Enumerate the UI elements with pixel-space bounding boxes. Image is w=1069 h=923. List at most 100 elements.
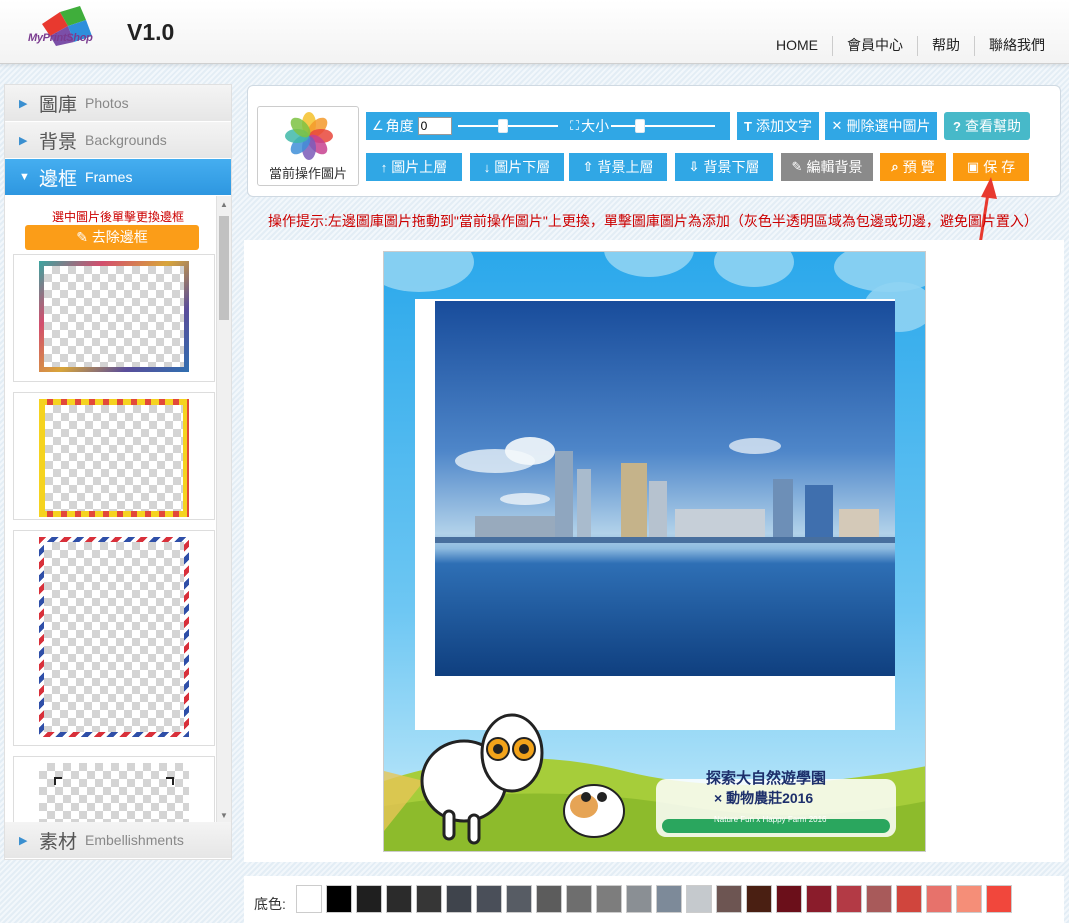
operation-tip: 操作提示:左邊圖庫圖片拖動到"當前操作圖片"上更換，單擊圖庫圖片為添加（灰色半透… — [268, 213, 1038, 229]
color-swatch[interactable] — [446, 885, 472, 913]
image-down-button[interactable]: ↓ 圖片下層 — [470, 153, 564, 181]
section-embellishments[interactable]: ▶ 素材 Embellishments — [5, 822, 231, 859]
image-up-button[interactable]: ↑ 圖片上層 — [366, 153, 462, 181]
transparent-area — [39, 763, 189, 822]
nav-home[interactable]: HOME — [762, 36, 832, 56]
event-logo-subtitle: × 動物農莊2016 — [714, 790, 814, 806]
nav-member-center[interactable]: 會員中心 — [832, 36, 917, 56]
help-label: 查看幫助 — [964, 118, 1021, 134]
color-swatch[interactable] — [896, 885, 922, 913]
section-title-en: Photos — [85, 95, 129, 111]
design-canvas[interactable]: 探索大自然遊學園 × 動物農莊2016 Nature Fun x Happy F… — [383, 251, 926, 852]
edit-icon: ✎ — [76, 229, 92, 245]
viewfinder-corner — [166, 777, 174, 785]
frames-scrollbar[interactable]: ▲ ▼ — [216, 196, 231, 822]
color-swatch[interactable] — [296, 885, 322, 913]
section-photos[interactable]: ▶ 圖庫 Photos — [5, 85, 231, 122]
section-frames[interactable]: ▼ 邊框 Frames — [5, 159, 231, 196]
farm-scene — [384, 713, 925, 851]
color-swatch[interactable] — [476, 885, 502, 913]
color-swatch[interactable] — [746, 885, 772, 913]
remove-frame-button[interactable]: ✎ 去除邊框 — [25, 225, 199, 250]
color-swatch[interactable] — [536, 885, 562, 913]
preview-label: 預 覽 — [902, 159, 935, 175]
transparent-area — [44, 266, 184, 367]
transparent-area — [44, 542, 184, 732]
delete-selected-button[interactable]: ✕ 刪除選中圖片 — [825, 112, 937, 140]
city-photo[interactable] — [435, 301, 895, 676]
color-swatch[interactable] — [956, 885, 982, 913]
color-swatch[interactable] — [926, 885, 952, 913]
move-up-icon: ⇧ — [582, 159, 594, 174]
color-swatch[interactable] — [626, 885, 652, 913]
transparent-area — [45, 405, 183, 511]
image-up-label: 圖片上層 — [391, 159, 448, 175]
frame-thumbnail[interactable] — [13, 392, 215, 520]
frame-thumbnail[interactable] — [13, 756, 215, 822]
color-swatch[interactable] — [716, 885, 742, 913]
scroll-thumb[interactable] — [219, 216, 229, 320]
close-icon: ✕ — [831, 118, 843, 133]
caret-right-icon: ▶ — [19, 134, 28, 147]
add-text-button[interactable]: T 添加文字 — [737, 112, 819, 140]
bg-down-button[interactable]: ⇩ 背景下層 — [675, 153, 773, 181]
color-swatch[interactable] — [836, 885, 862, 913]
frame-list — [13, 254, 215, 822]
size-slider[interactable] — [611, 119, 716, 133]
background-color-bar: 底色: — [244, 876, 1064, 923]
cloud — [714, 252, 794, 287]
section-title-cn: 背景 — [39, 131, 78, 153]
color-label: 底色: — [254, 896, 286, 912]
frames-hint: 選中圖片後單擊更換邊框 — [51, 210, 184, 224]
arrow-up-icon: ↑ — [380, 159, 388, 175]
help-button[interactable]: ? 查看幫助 — [944, 112, 1030, 140]
photos-flower-icon — [285, 112, 333, 160]
scroll-down-icon[interactable]: ▼ — [220, 811, 228, 820]
nav-contact[interactable]: 聯絡我們 — [974, 36, 1059, 56]
bg-down-label: 背景下層 — [703, 159, 760, 175]
logo[interactable]: MyPrintShop — [28, 6, 112, 58]
current-image-slot[interactable]: 當前操作圖片 — [257, 106, 359, 186]
slider-knob[interactable] — [497, 119, 508, 133]
color-swatch[interactable] — [596, 885, 622, 913]
frame-thumbnail[interactable] — [13, 254, 215, 382]
color-swatch[interactable] — [806, 885, 832, 913]
resize-icon: ⛶ — [570, 118, 580, 133]
color-swatch[interactable] — [656, 885, 682, 913]
angle-slider[interactable] — [457, 119, 558, 133]
nav-help[interactable]: 帮助 — [917, 36, 974, 56]
color-swatch[interactable] — [866, 885, 892, 913]
color-swatch[interactable] — [416, 885, 442, 913]
size-control: ⛶ 大小 — [564, 112, 730, 140]
color-swatch[interactable] — [776, 885, 802, 913]
slider-knob[interactable] — [635, 119, 646, 133]
header: MyPrintShop V1.0 HOME 會員中心 帮助 聯絡我們 — [0, 0, 1069, 64]
color-swatch[interactable] — [356, 885, 382, 913]
color-swatch[interactable] — [506, 885, 532, 913]
section-title-en: Backgrounds — [85, 132, 167, 148]
scroll-up-icon[interactable]: ▲ — [220, 200, 228, 209]
preview-button[interactable]: ⌕ 預 覽 — [880, 153, 946, 181]
save-label: 保 存 — [983, 159, 1016, 175]
angle-input[interactable] — [417, 117, 452, 135]
bg-up-button[interactable]: ⇧ 背景上層 — [569, 153, 667, 181]
toolbar: 當前操作圖片 ∠ 角度 ⛶ 大小 T添加文字 ✕刪除選中圖片 ?查看幫助 ↑圖片… — [247, 85, 1061, 197]
viewfinder-corner — [54, 777, 62, 785]
section-title-cn: 圖庫 — [39, 94, 78, 116]
angle-label: 角度 — [385, 118, 414, 134]
color-swatch[interactable] — [326, 885, 352, 913]
section-backgrounds[interactable]: ▶ 背景 Backgrounds — [5, 122, 231, 159]
caret-right-icon: ▶ — [19, 834, 28, 847]
color-swatch[interactable] — [686, 885, 712, 913]
arrow-down-icon: ↓ — [483, 159, 491, 175]
section-title-en: Frames — [85, 169, 133, 185]
remove-frame-label: 去除邊框 — [91, 229, 148, 245]
color-swatch[interactable] — [386, 885, 412, 913]
canvas-area: 探索大自然遊學園 × 動物農莊2016 Nature Fun x Happy F… — [244, 240, 1064, 862]
color-swatch[interactable] — [566, 885, 592, 913]
add-text-label: 添加文字 — [755, 118, 812, 134]
color-swatch[interactable] — [986, 885, 1012, 913]
frame-thumbnail[interactable] — [13, 530, 215, 746]
edit-background-button[interactable]: ✎ 編輯背景 — [781, 153, 873, 181]
text-icon: T — [744, 118, 752, 134]
